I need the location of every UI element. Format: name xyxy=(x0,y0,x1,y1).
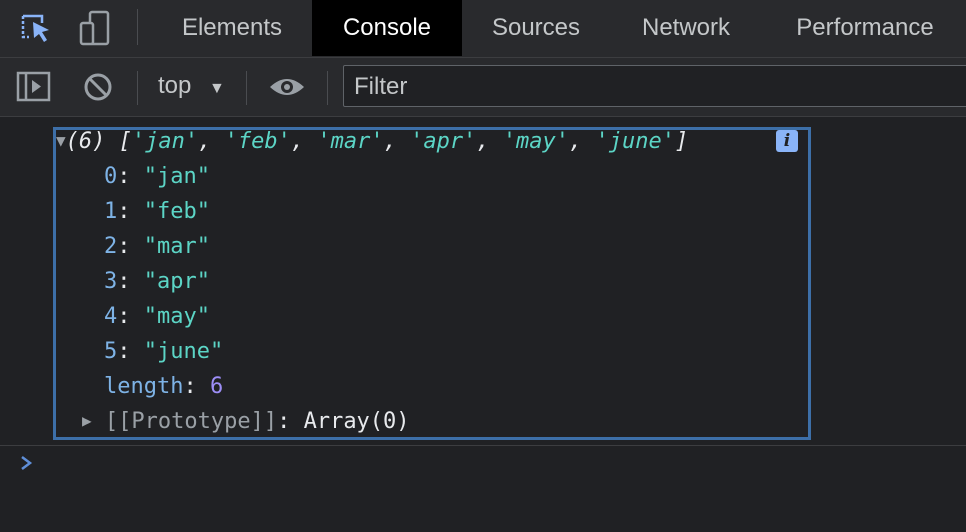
live-expression-icon[interactable] xyxy=(268,72,306,102)
array-entry[interactable]: 1: "feb" xyxy=(104,199,210,224)
summary-item: 'feb' xyxy=(224,129,291,154)
summary-item: 'may' xyxy=(502,129,570,154)
console-toolbar: top ▼ Filter xyxy=(0,58,966,117)
array-entry[interactable]: 2: "mar" xyxy=(104,234,210,259)
array-entry[interactable]: 4: "may" xyxy=(104,304,210,329)
length-row[interactable]: length: 6 xyxy=(104,374,223,399)
prototype-key: [[Prototype]] xyxy=(104,409,278,434)
array-entry[interactable]: 0: "jan" xyxy=(104,164,210,189)
entry-key: 1 xyxy=(104,199,118,224)
tab-elements[interactable]: Elements xyxy=(160,0,304,56)
array-summary-prefix: (6) [ xyxy=(65,129,132,154)
entry-key: 5 xyxy=(104,339,118,364)
entry-value: "may" xyxy=(143,304,210,329)
filter-input[interactable]: Filter xyxy=(343,65,966,107)
prompt-chevron-icon[interactable] xyxy=(18,453,34,479)
console-divider xyxy=(0,445,966,446)
entry-value: "feb" xyxy=(143,199,210,224)
caret-down-icon[interactable]: ▼ xyxy=(209,80,225,98)
toolbar-separator xyxy=(246,71,247,105)
filter-placeholder: Filter xyxy=(354,73,408,100)
device-toolbar-icon[interactable] xyxy=(78,9,114,47)
cursor-select-icon[interactable] xyxy=(18,10,54,46)
prototype-row[interactable]: ▶ [[Prototype]]: Array(0) xyxy=(82,409,410,434)
array-entry[interactable]: 3: "apr" xyxy=(104,269,210,294)
tab-console[interactable]: Console xyxy=(312,0,462,56)
entry-value: "apr" xyxy=(143,269,210,294)
entry-value: "june" xyxy=(143,339,224,364)
toolbar-separator xyxy=(137,9,138,45)
toolbar-separator xyxy=(137,71,138,105)
summary-item: 'mar' xyxy=(317,129,384,154)
summary-item: 'apr' xyxy=(410,129,477,154)
length-key: length xyxy=(104,374,184,399)
array-summary-row[interactable]: ▼(6) ['jan', 'feb', 'mar', 'apr', 'may',… xyxy=(56,129,688,154)
prototype-value: Array(0) xyxy=(303,409,410,434)
toolbar-separator xyxy=(327,71,328,105)
summary-item: 'june' xyxy=(595,129,676,154)
array-summary-suffix: ] xyxy=(675,129,689,154)
devtools-tab-bar: Elements Console Sources Network Perform… xyxy=(0,0,966,58)
console-output: ▼(6) ['jan', 'feb', 'mar', 'apr', 'may',… xyxy=(0,117,966,532)
tab-performance[interactable]: Performance xyxy=(770,0,960,56)
tab-sources[interactable]: Sources xyxy=(468,0,604,56)
info-icon[interactable]: i xyxy=(776,130,798,152)
expand-triangle-icon[interactable]: ▼ xyxy=(56,131,66,150)
sidebar-toggle-icon[interactable] xyxy=(16,70,52,104)
entry-key: 4 xyxy=(104,304,118,329)
entry-key: 2 xyxy=(104,234,118,259)
entry-value: "mar" xyxy=(143,234,210,259)
collapse-triangle-icon[interactable]: ▶ xyxy=(82,411,92,430)
entry-value: "jan" xyxy=(143,164,210,189)
array-entry[interactable]: 5: "june" xyxy=(104,339,223,364)
entry-key: 0 xyxy=(104,164,118,189)
entry-key: 3 xyxy=(104,269,118,294)
length-value: 6 xyxy=(209,374,224,399)
summary-item: 'jan' xyxy=(131,129,199,154)
tab-network[interactable]: Network xyxy=(618,0,754,56)
context-selector[interactable]: top xyxy=(158,72,191,100)
clear-console-icon[interactable] xyxy=(82,71,114,103)
